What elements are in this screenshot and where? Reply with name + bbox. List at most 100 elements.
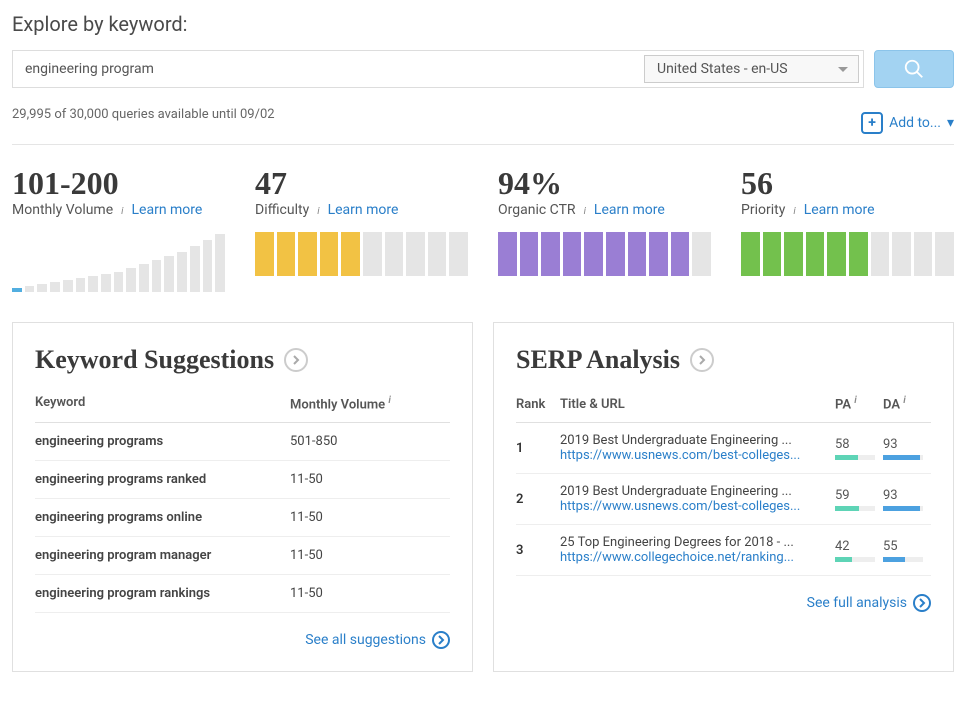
rank-cell: 3	[516, 543, 560, 558]
info-icon[interactable]: i	[121, 206, 123, 217]
rank-cell: 1	[516, 441, 560, 456]
metric-priority: 56 Priority i Learn more	[741, 165, 954, 292]
da-bar	[883, 506, 923, 511]
metrics-row: 101-200 Monthly Volume i Learn more 47 D…	[12, 165, 954, 292]
bar	[25, 286, 35, 292]
panel-title: Keyword Suggestions	[35, 345, 274, 375]
keyword-search-input[interactable]: engineering program United States - en-U…	[12, 50, 864, 88]
table-header: Rank Title & URL PA i DA i	[516, 395, 931, 423]
bar	[76, 278, 86, 292]
metric-value: 56	[741, 165, 954, 202]
learn-more-link[interactable]: Learn more	[594, 202, 665, 218]
bar	[341, 232, 360, 276]
serp-table: Rank Title & URL PA i DA i 12019 Best Un…	[516, 395, 931, 576]
serp-url[interactable]: https://www.usnews.com/best-colleges...	[560, 499, 827, 514]
explore-label: Explore by keyword:	[12, 12, 954, 36]
locale-select[interactable]: United States - en-US	[644, 55, 859, 83]
bar	[101, 274, 111, 292]
keyword-cell: engineering program manager	[35, 548, 290, 563]
learn-more-link[interactable]: Learn more	[132, 202, 203, 218]
bar	[892, 232, 911, 276]
expand-icon[interactable]	[284, 348, 308, 372]
metric-label: Difficulty	[255, 202, 309, 218]
bar	[449, 232, 468, 276]
table-row[interactable]: 12019 Best Undergraduate Engineering ...…	[516, 423, 931, 474]
priority-chart	[741, 232, 954, 276]
bar	[203, 240, 213, 292]
bar	[692, 232, 711, 276]
bar	[177, 252, 187, 292]
ctr-chart	[498, 232, 711, 276]
col-da-header: DA i	[883, 395, 931, 412]
pa-bar	[835, 557, 875, 562]
pa-cell: 59	[835, 488, 883, 511]
table-row[interactable]: engineering programs ranked11-50	[35, 461, 450, 499]
metric-difficulty: 47 Difficulty i Learn more	[255, 165, 468, 292]
bar	[584, 232, 603, 276]
rank-cell: 2	[516, 492, 560, 507]
bar	[37, 284, 47, 292]
add-to-button[interactable]: + Add to... ▾	[861, 112, 954, 134]
bar	[827, 232, 846, 276]
serp-url[interactable]: https://www.collegechoice.net/ranking...	[560, 550, 827, 565]
volume-cell: 11-50	[290, 548, 450, 563]
volume-cell: 501-850	[290, 434, 450, 449]
serp-url[interactable]: https://www.usnews.com/best-colleges...	[560, 448, 827, 463]
col-rank-header: Rank	[516, 397, 560, 412]
bar	[671, 232, 690, 276]
bar	[164, 256, 174, 292]
metric-volume: 101-200 Monthly Volume i Learn more	[12, 165, 225, 292]
table-row[interactable]: engineering programs501-850	[35, 423, 450, 461]
table-row[interactable]: engineering programs online11-50	[35, 499, 450, 537]
keyword-cell: engineering programs online	[35, 510, 290, 525]
da-bar	[883, 557, 923, 562]
suggestions-table: Keyword Monthly Volume i engineering pro…	[35, 395, 450, 613]
bar	[498, 232, 517, 276]
keyword-cell: engineering programs	[35, 434, 290, 449]
bar	[784, 232, 803, 276]
learn-more-link[interactable]: Learn more	[328, 202, 399, 218]
table-row[interactable]: 325 Top Engineering Degrees for 2018 - .…	[516, 525, 931, 576]
bar	[606, 232, 625, 276]
table-row[interactable]: engineering program manager11-50	[35, 537, 450, 575]
info-icon[interactable]: i	[317, 206, 319, 217]
quota-text: 29,995 of 30,000 queries available until…	[12, 107, 275, 122]
see-full-analysis-link[interactable]: See full analysis	[807, 594, 931, 612]
bar	[12, 288, 22, 292]
da-bar	[883, 455, 923, 460]
da-cell: 93	[883, 488, 931, 511]
info-icon[interactable]: i	[903, 395, 906, 406]
col-title-header: Title & URL	[560, 397, 835, 412]
bar	[406, 232, 425, 276]
bar	[114, 272, 124, 292]
metric-value: 94%	[498, 165, 711, 202]
bar	[298, 232, 317, 276]
keyword-cell: engineering programs ranked	[35, 472, 290, 487]
bar	[914, 232, 933, 276]
bar	[428, 232, 447, 276]
bar	[563, 232, 582, 276]
learn-more-link[interactable]: Learn more	[804, 202, 875, 218]
bar	[152, 260, 162, 292]
bar	[139, 264, 149, 292]
info-icon[interactable]: i	[584, 206, 586, 217]
expand-icon[interactable]	[690, 348, 714, 372]
volume-cell: 11-50	[290, 472, 450, 487]
info-icon[interactable]: i	[854, 395, 857, 406]
metric-label: Organic CTR	[498, 202, 576, 218]
table-row[interactable]: engineering program rankings11-50	[35, 575, 450, 613]
col-keyword-header: Keyword	[35, 395, 290, 412]
table-row[interactable]: 22019 Best Undergraduate Engineering ...…	[516, 474, 931, 525]
pa-bar	[835, 506, 875, 511]
keyword-cell: engineering program rankings	[35, 586, 290, 601]
info-icon[interactable]: i	[388, 395, 391, 406]
metric-value: 101-200	[12, 165, 225, 202]
bar	[935, 232, 954, 276]
dropdown-caret-icon: ▾	[947, 115, 954, 131]
metric-label: Priority	[741, 202, 785, 218]
see-all-suggestions-link[interactable]: See all suggestions	[305, 631, 450, 649]
search-button[interactable]	[874, 50, 954, 88]
metric-ctr: 94% Organic CTR i Learn more	[498, 165, 711, 292]
metric-value: 47	[255, 165, 468, 202]
info-icon[interactable]: i	[793, 206, 795, 217]
